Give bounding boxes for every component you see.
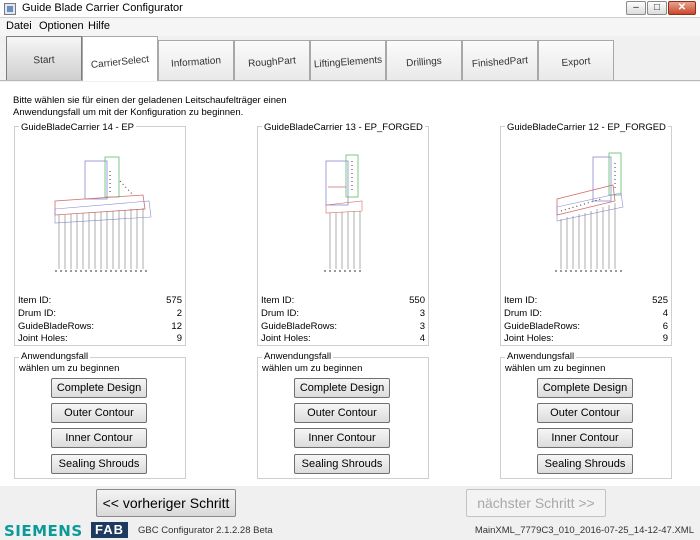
item-id-label: Item ID: [261,295,295,306]
tab-label: Drillings [405,55,443,70]
holes-value: 9 [176,333,182,345]
usecase-group-14: Anwendungsfall wählen um zu beginnen Com… [14,351,186,479]
outer-contour-button[interactable]: Outer Contour [537,403,633,423]
menu-bar: Datei Optionen Hilfe [0,18,700,36]
holes-label: Joint Holes: [504,333,554,345]
rows-label: GuideBladeRows: [504,320,581,332]
inner-contour-button[interactable]: Inner Contour [294,428,390,448]
tab-carrierselect[interactable]: CarrierSelect [82,36,158,81]
carrier-info: Item ID: 575 Drum ID: 2 GuideBladeRows: 12 … [18,295,182,346]
sealing-shrouds-button[interactable]: Sealing Shrouds [294,454,390,474]
usecase-group-12: Anwendungsfall wählen um zu beginnen Com… [500,351,672,479]
drum-id-value: 2 [176,307,182,319]
outer-contour-button[interactable]: Outer Contour [51,403,147,423]
usecase-group-13: Anwendungsfall wählen um zu beginnen Com… [257,351,429,479]
maximize-button[interactable]: □ [647,1,667,15]
carrier-drawing [555,152,624,272]
window-title: Guide Blade Carrier Configurator [22,2,183,14]
carrier-title: GuideBladeCarrier 12 - EP_FORGED [505,122,668,133]
tab-label: Start [33,54,55,67]
carrier-card-13[interactable]: GuideBladeCarrier 13 - EP_FORGED Item ID… [257,122,429,346]
item-id-label: Item ID: [504,295,538,306]
tab-label: LiftingElements [313,54,383,71]
carrier-card-12[interactable]: GuideBladeCarrier 12 - EP_FORGED Item ID… [500,122,672,346]
holes-label: Joint Holes: [18,333,68,345]
item-id-value: 575 [166,295,182,306]
outer-contour-button[interactable]: Outer Contour [294,403,390,423]
rows-label: GuideBladeRows: [18,320,95,332]
carrier-title: GuideBladeCarrier 14 - EP [19,122,136,133]
drum-id-label: Drum ID: [504,307,542,319]
tab-roughpart[interactable]: RoughPart [234,40,310,80]
drum-id-label: Drum ID: [261,307,299,319]
tab-liftingelements[interactable]: LiftingElements [310,40,386,80]
sealing-shrouds-button[interactable]: Sealing Shrouds [51,454,147,474]
item-id-value: 550 [409,295,425,306]
carrier-select-panel: Bitte wählen sie für einen der geladenen… [0,82,700,486]
title-bar: Guide Blade Carrier Configurator – □ ✕ [0,0,700,18]
rows-value: 12 [171,320,182,332]
item-id-label: Item ID: [18,295,52,306]
rows-value: 3 [419,320,425,332]
menu-optionen[interactable]: Optionen [39,20,84,32]
carrier-drawing [54,156,152,272]
tab-label: Export [561,56,591,69]
drum-id-value: 4 [662,307,668,319]
rows-value: 6 [662,320,668,332]
usecase-title: Anwendungsfall [505,351,577,362]
tab-label: CarrierSelect [90,53,150,72]
previous-step-button[interactable]: << vorheriger Schritt [96,489,236,517]
usecase-subtitle: wählen um zu beginnen [19,363,120,374]
usecase-subtitle: wählen um zu beginnen [505,363,606,374]
tab-drillings[interactable]: Drillings [386,40,462,80]
fab-logo: FAB [91,522,128,538]
usecase-subtitle: wählen um zu beginnen [262,363,363,374]
complete-design-button[interactable]: Complete Design [294,378,390,398]
carrier-info: Item ID: 550 Drum ID: 3 GuideBladeRows: 3 J… [261,295,425,346]
version-text: GBC Configurator 2.1.2.28 Beta [138,525,273,536]
complete-design-button[interactable]: Complete Design [537,378,633,398]
holes-value: 9 [662,333,668,345]
tab-start[interactable]: Start [6,36,82,80]
inner-contour-button[interactable]: Inner Contour [51,428,147,448]
carrier-title: GuideBladeCarrier 13 - EP_FORGED [262,122,425,133]
usecase-title: Anwendungsfall [19,351,91,362]
inner-contour-button[interactable]: Inner Contour [537,428,633,448]
loaded-file-name: MainXML_7779C3_010_2016-07-25_14-12-47.X… [474,525,694,536]
tab-label: RoughPart [247,55,297,70]
complete-design-button[interactable]: Complete Design [51,378,147,398]
menu-hilfe[interactable]: Hilfe [88,20,110,32]
tab-label: FinishedPart [471,55,529,70]
carrier-drawing [324,154,364,272]
tab-bar: Start CarrierSelect Information RoughPar… [0,36,700,81]
holes-value: 4 [419,333,425,345]
drum-id-label: Drum ID: [18,307,56,319]
menu-datei[interactable]: Datei [6,20,32,32]
sealing-shrouds-button[interactable]: Sealing Shrouds [537,454,633,474]
tab-finishedpart[interactable]: FinishedPart [462,40,538,80]
siemens-logo: SIEMENS [4,522,83,540]
rows-label: GuideBladeRows: [261,320,338,332]
minimize-button[interactable]: – [626,1,646,15]
tab-export[interactable]: Export [538,40,614,80]
item-id-value: 525 [652,295,668,306]
intro-text: Bitte wählen sie für einen der geladenen… [13,95,287,118]
drum-id-value: 3 [419,307,425,319]
status-bar: SIEMENS FAB GBC Configurator 2.1.2.28 Be… [0,521,700,540]
carrier-info: Item ID: 525 Drum ID: 4 GuideBladeRows: 6 J… [504,295,668,346]
tab-label: Information [170,55,222,70]
next-step-button[interactable]: nächster Schritt >> [466,489,606,517]
usecase-title: Anwendungsfall [262,351,334,362]
carrier-card-14[interactable]: GuideBladeCarrier 14 - EP Item ID: 575 Dr… [14,122,186,346]
tab-information[interactable]: Information [158,40,234,80]
app-icon [4,3,16,15]
close-button[interactable]: ✕ [668,1,696,15]
holes-label: Joint Holes: [261,333,311,345]
